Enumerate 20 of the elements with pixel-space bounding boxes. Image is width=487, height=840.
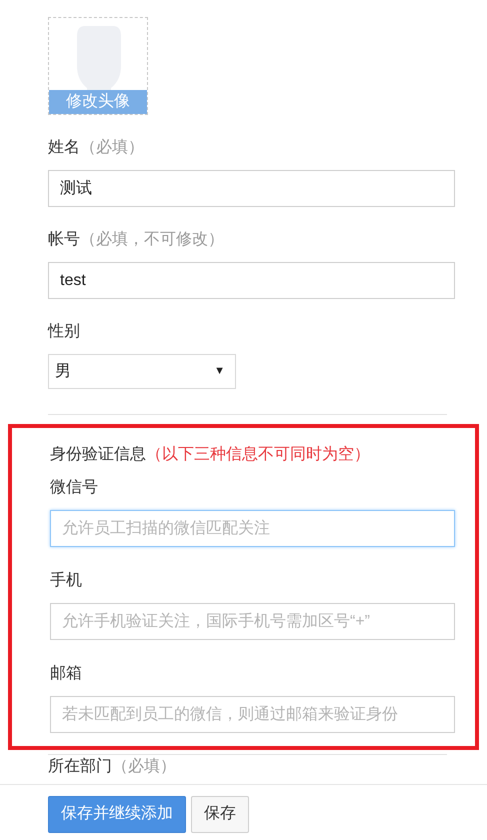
field-label: 身份验证信息 (50, 445, 146, 465)
input-field[interactable]: 若未匹配到员工的微信，则通过邮箱来验证身份 (50, 696, 455, 733)
field-note: （以下三种信息不可同时为空） (146, 445, 370, 465)
field-note: （必填） (112, 757, 176, 777)
field-label: 所在部门 (48, 757, 112, 777)
input-field[interactable]: 允许员工扫描的微信匹配关注 (50, 510, 455, 547)
text-field[interactable]: test (48, 262, 455, 299)
field-label: 帐号 (48, 230, 80, 250)
field-label: 微信号 (50, 478, 98, 498)
field-note: （必填） (80, 138, 144, 158)
field-label: 手机 (50, 571, 82, 591)
input-field[interactable]: 允许手机验证关注，国际手机号需加区号“+” (50, 603, 455, 640)
dropdown-caret-icon: ▼ (214, 363, 225, 380)
gender-select[interactable]: 男 ▼ (48, 354, 236, 389)
text-field[interactable]: 测试 (48, 170, 455, 207)
field-label: 邮箱 (50, 664, 82, 684)
field-note: （必填，不可修改） (80, 230, 224, 250)
field-label: 性别 (48, 322, 80, 342)
field-label: 姓名 (48, 138, 80, 158)
save-button[interactable]: 保存 (191, 796, 249, 832)
